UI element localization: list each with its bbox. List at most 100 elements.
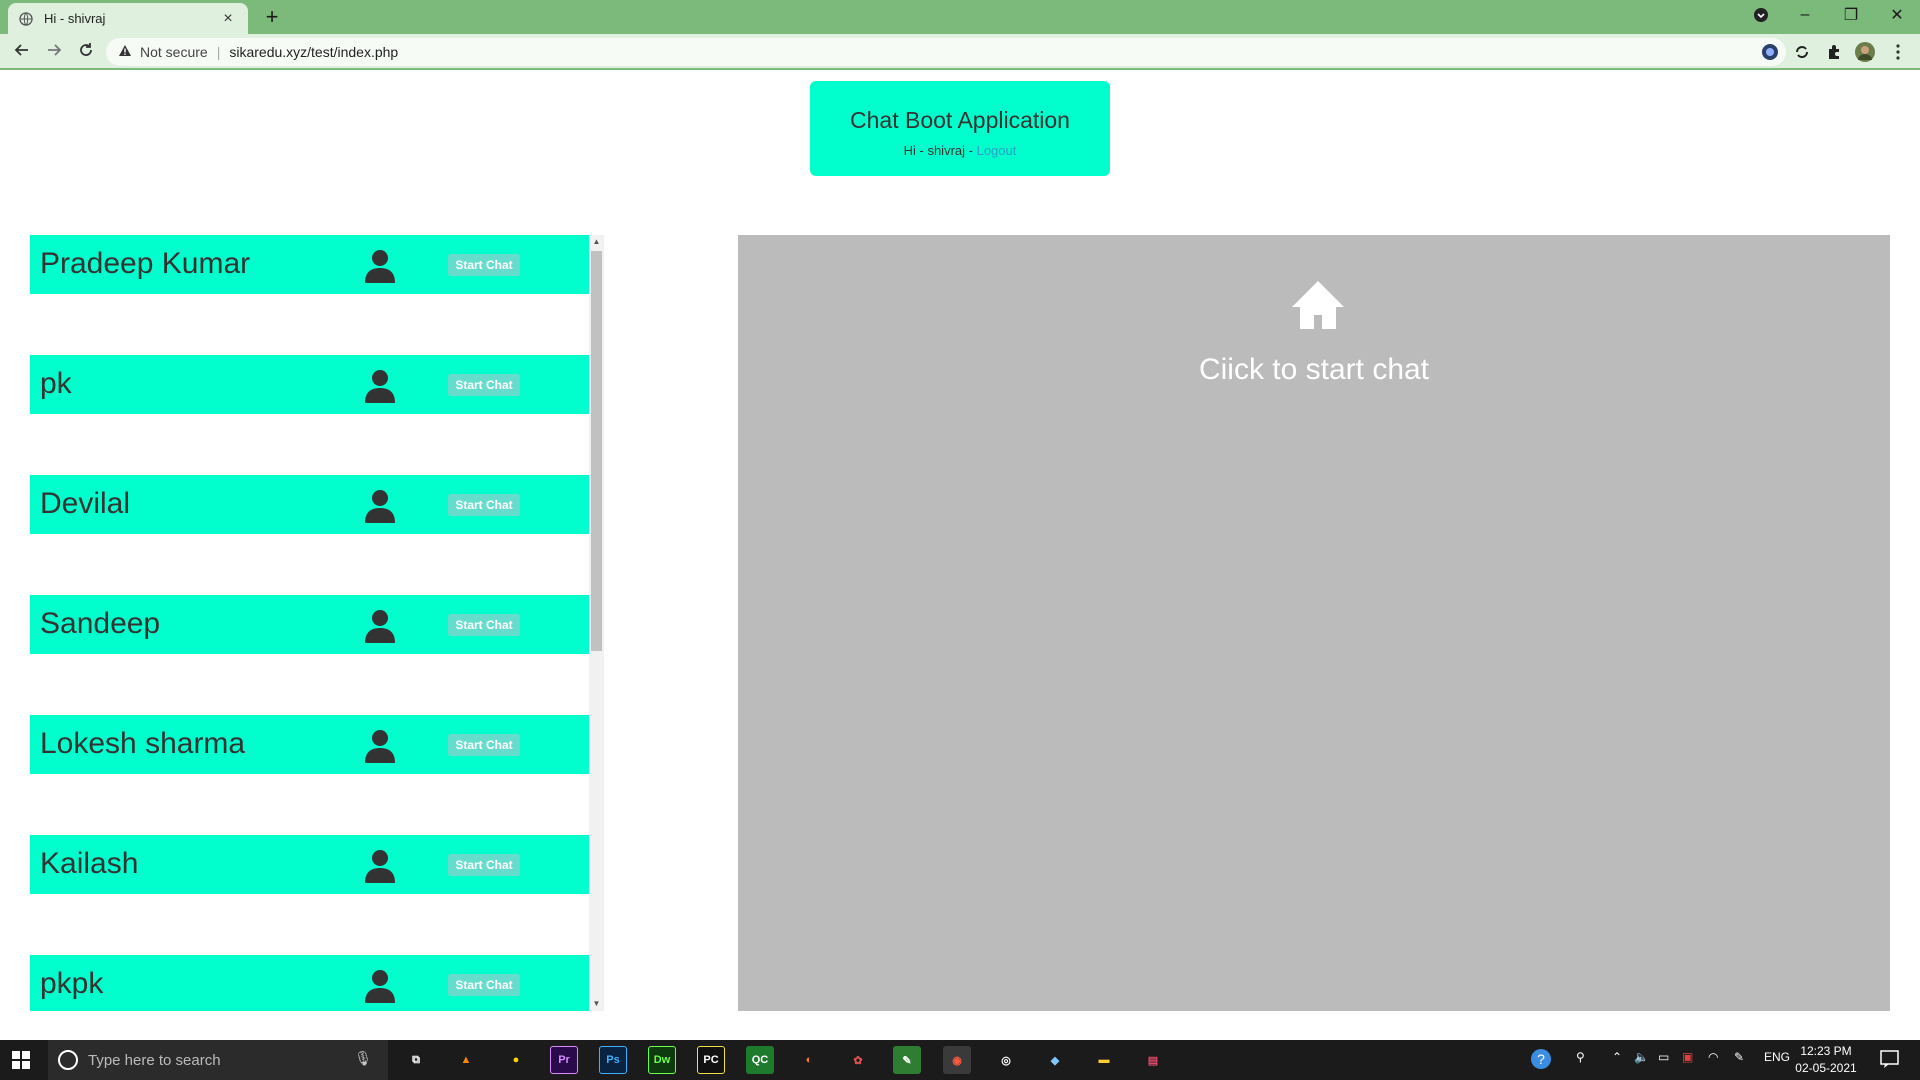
browser-tabstrip: Hi - shivraj × + – ❐ ✕ [0, 0, 1920, 34]
sync-extension-icon[interactable] [1792, 42, 1812, 62]
scrollbar-thumb[interactable] [591, 251, 602, 651]
dreamweaver-icon[interactable]: Dw [648, 1046, 676, 1074]
user-icon [364, 489, 396, 523]
clock-time: 12:23 PM [1800, 1044, 1852, 1058]
user-row-lokesh-sharma: Lokesh sharma Start Chat [30, 715, 589, 774]
restore-button[interactable]: ❐ [1828, 0, 1874, 30]
battery-icon[interactable]: ▭ [1658, 1050, 1669, 1064]
profile-avatar-icon[interactable] [1855, 42, 1875, 62]
user-row-pkpk: pkpk Start Chat [30, 955, 589, 1011]
people-icon[interactable]: ⚲ [1576, 1050, 1585, 1064]
omnibox-separator: | [216, 44, 221, 60]
microphone-icon[interactable]: 🎙 [354, 1050, 372, 1067]
taskbar-clock[interactable]: 12:23 PM 02-05-2021 [1790, 1043, 1862, 1077]
tab-close-icon[interactable]: × [218, 10, 238, 28]
volume-icon[interactable]: 🔈 [1634, 1050, 1649, 1064]
user-row-devilal: Devilal Start Chat [30, 475, 589, 534]
user-row-sandeep: Sandeep Start Chat [30, 595, 589, 654]
pen-icon[interactable]: ✎ [1734, 1050, 1744, 1064]
chrome-icon[interactable]: ◉ [943, 1046, 971, 1074]
file-explorer-icon[interactable]: ▬ [1090, 1046, 1118, 1074]
task-view-icon[interactable]: ⧉ [402, 1046, 430, 1074]
profile-dropdown-icon[interactable] [1748, 0, 1774, 30]
search-placeholder: Type here to search [88, 1051, 221, 1069]
start-chat-button[interactable]: Start Chat [448, 854, 520, 876]
flag-app-icon[interactable]: ▤ [1139, 1046, 1167, 1074]
back-icon[interactable] [10, 40, 34, 64]
user-name: Sandeep [40, 607, 161, 640]
more-menu-icon[interactable] [1888, 42, 1908, 62]
greeting-line: Hi - shivraj - Logout [810, 143, 1110, 158]
language-indicator[interactable]: ENG [1764, 1050, 1790, 1064]
app-title: Chat Boot Application [850, 107, 1070, 133]
browser-toolbar: Not secure | sikaredu.xyz/test/index.php… [0, 34, 1920, 70]
grapes-app-icon[interactable]: ✿ [844, 1046, 872, 1074]
user-name: pk [40, 367, 72, 400]
url-text[interactable]: sikaredu.xyz/test/index.php [229, 44, 398, 60]
logout-link[interactable]: Logout [977, 143, 1017, 158]
user-row-pk: pk Start Chat [30, 355, 589, 414]
scroll-up-arrow[interactable]: ▲ [589, 235, 604, 249]
user-name: pkpk [40, 967, 104, 1000]
greeting-separator: - [965, 143, 977, 158]
help-icon[interactable]: ? [1530, 1048, 1552, 1073]
clock-date: 02-05-2021 [1795, 1061, 1857, 1075]
user-row-kailash: Kailash Start Chat [30, 835, 589, 894]
start-chat-button[interactable]: Start Chat [448, 614, 520, 636]
user-icon [364, 369, 396, 403]
security-label[interactable]: Not secure [140, 44, 208, 60]
windows-taskbar: Type here to search 🎙 ⧉ ▲ ● Pr Ps Dw PC … [0, 1040, 1920, 1080]
home-icon [1290, 279, 1346, 331]
notifications-icon[interactable] [1880, 1049, 1900, 1072]
obs-icon[interactable]: ◎ [992, 1046, 1020, 1074]
minimize-button[interactable]: – [1782, 0, 1828, 30]
notepad-icon[interactable]: ✎ [893, 1046, 921, 1074]
qc-app-icon[interactable]: QC [746, 1046, 774, 1074]
globe-icon [18, 11, 34, 27]
user-icon [364, 249, 396, 283]
user-list[interactable]: Pradeep Kumar Start Chat pk Start Chat D… [30, 235, 604, 1011]
extensions-puzzle-icon[interactable] [1824, 42, 1844, 62]
user-name: Kailash [40, 847, 139, 880]
start-chat-button[interactable]: Start Chat [448, 974, 520, 996]
start-chat-button[interactable]: Start Chat [448, 374, 520, 396]
user-name: Devilal [40, 487, 131, 520]
yellow-app-icon[interactable]: ● [502, 1046, 530, 1074]
start-chat-button[interactable]: Start Chat [448, 734, 520, 756]
blue-app-icon[interactable]: ◆ [1041, 1046, 1069, 1074]
photoshop-icon[interactable]: Ps [599, 1046, 627, 1074]
app-header-card: Chat Boot Application Hi - shivraj - Log… [810, 81, 1110, 176]
vlc-icon[interactable]: ▲ [452, 1046, 480, 1074]
user-icon [364, 729, 396, 763]
address-bar[interactable]: Not secure | sikaredu.xyz/test/index.php… [106, 38, 1786, 66]
user-icon [364, 969, 396, 1003]
chat-panel[interactable]: Ciick to start chat [738, 235, 1890, 1011]
user-row-pradeep-kumar: Pradeep Kumar Start Chat [30, 235, 589, 294]
tab-title: Hi - shivraj [44, 11, 106, 26]
circle-app-icon[interactable]: ◐ [795, 1046, 823, 1074]
security-tray-icon[interactable]: ▣ [1682, 1050, 1693, 1064]
user-name: Lokesh sharma [40, 727, 246, 760]
cortana-circle-icon [58, 1050, 78, 1070]
user-name: Pradeep Kumar [40, 247, 251, 280]
windows-start-icon[interactable] [12, 1051, 30, 1069]
wifi-icon[interactable]: ◠ [1708, 1050, 1718, 1064]
pycharm-icon[interactable]: PC [697, 1046, 725, 1074]
user-list-scrollbar[interactable]: ▲ ▼ [589, 235, 604, 1011]
start-chat-button[interactable]: Start Chat [448, 254, 520, 276]
page-content: Chat Boot Application Hi - shivraj - Log… [0, 72, 1920, 1040]
extension-shield-icon[interactable] [1760, 42, 1780, 62]
reload-icon[interactable] [74, 40, 98, 64]
start-chat-button[interactable]: Start Chat [448, 494, 520, 516]
new-tab-button[interactable]: + [258, 4, 286, 30]
tray-chevron-icon[interactable]: ⌃ [1612, 1050, 1622, 1064]
start-chat-prompt: Ciick to start chat [1198, 353, 1430, 386]
browser-tab[interactable]: Hi - shivraj × [8, 3, 248, 34]
warning-icon [118, 44, 132, 60]
forward-icon[interactable] [42, 40, 66, 64]
premiere-icon[interactable]: Pr [550, 1046, 578, 1074]
scroll-down-arrow[interactable]: ▼ [589, 997, 604, 1011]
svg-text:?: ? [1537, 1051, 1545, 1067]
close-window-button[interactable]: ✕ [1874, 0, 1920, 30]
taskbar-search-input[interactable]: Type here to search 🎙 [48, 1040, 388, 1080]
